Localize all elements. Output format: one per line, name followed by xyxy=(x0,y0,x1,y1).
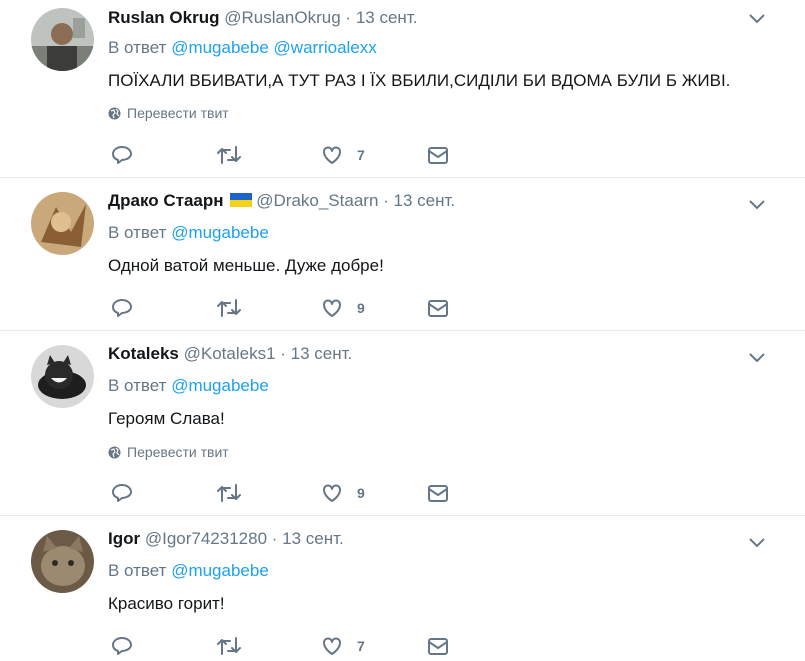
username[interactable]: @Kotaleks1 xyxy=(184,344,276,363)
like-button[interactable] xyxy=(320,143,344,167)
retweet-icon xyxy=(217,146,241,164)
username[interactable]: @Drako_Staarn xyxy=(256,191,378,210)
reply-mention-link[interactable]: @warrioalexx xyxy=(274,38,377,57)
chevron-down-icon[interactable] xyxy=(749,353,765,363)
envelope-icon xyxy=(428,147,448,164)
display-name[interactable]: Драко Стаарн xyxy=(108,191,224,210)
heart-icon xyxy=(323,637,341,655)
username[interactable]: @RuslanOkrug xyxy=(224,8,340,27)
display-name[interactable]: Igor xyxy=(108,529,140,548)
envelope-icon xyxy=(428,485,448,502)
retweet-icon xyxy=(217,484,241,502)
translate-label: Перевести твит xyxy=(127,444,229,460)
tweet-header: Kotaleks @Kotaleks1 · 13 сент. xyxy=(108,343,352,365)
chevron-down-icon[interactable] xyxy=(749,200,765,210)
reply-icon xyxy=(112,484,132,502)
heart-icon xyxy=(323,299,341,317)
timestamp[interactable]: 13 сент. xyxy=(356,8,418,27)
reply-prefix: В ответ xyxy=(108,38,167,57)
tweet[interactable]: Ruslan Okrug @RuslanOkrug · 13 сент. В о… xyxy=(0,0,805,178)
reply-icon xyxy=(112,299,132,317)
chevron-down-icon[interactable] xyxy=(749,538,765,548)
envelope-icon xyxy=(428,638,448,655)
reply-context: В ответ @mugabebe xyxy=(108,560,269,582)
globe-icon xyxy=(108,446,121,459)
display-name[interactable]: Kotaleks xyxy=(108,344,179,363)
reply-prefix: В ответ xyxy=(108,561,167,580)
tweet-text: Красиво горит! xyxy=(108,594,225,613)
separator-dot: · xyxy=(383,191,389,210)
reply-button[interactable] xyxy=(110,143,134,167)
avatar[interactable] xyxy=(31,192,94,255)
reply-icon xyxy=(112,637,132,655)
tweet[interactable]: Kotaleks @Kotaleks1 · 13 сент. В ответ @… xyxy=(0,331,805,516)
tweet[interactable]: Драко Стаарн @Drako_Staarn · 13 сент. В … xyxy=(0,178,805,331)
translate-tweet-link[interactable]: Перевести твит xyxy=(108,104,229,122)
reply-mention-link[interactable]: @mugabebe xyxy=(171,376,269,395)
retweet-icon xyxy=(217,637,241,655)
timestamp[interactable]: 13 сент. xyxy=(394,191,456,210)
reply-button[interactable] xyxy=(110,481,134,505)
envelope-icon xyxy=(428,300,448,317)
retweet-button[interactable] xyxy=(216,634,242,658)
reply-prefix: В ответ xyxy=(108,376,167,395)
translate-tweet-link[interactable]: Перевести твит xyxy=(108,443,229,461)
reply-prefix: В ответ xyxy=(108,223,167,242)
like-count[interactable]: 7 xyxy=(357,638,365,654)
reply-mention-link[interactable]: @mugabebe xyxy=(171,223,269,242)
avatar[interactable] xyxy=(31,345,94,408)
reply-button[interactable] xyxy=(110,296,134,320)
like-button[interactable] xyxy=(320,296,344,320)
reply-mention-link[interactable]: @mugabebe xyxy=(171,561,269,580)
like-button[interactable] xyxy=(320,481,344,505)
like-count[interactable]: 9 xyxy=(357,485,365,501)
reply-context: В ответ @mugabebe xyxy=(108,375,269,397)
retweet-button[interactable] xyxy=(216,143,242,167)
retweet-button[interactable] xyxy=(216,481,242,505)
reply-mention-link[interactable]: @mugabebe xyxy=(171,38,269,57)
like-button[interactable] xyxy=(320,634,344,658)
reply-icon xyxy=(112,146,132,164)
separator-dot: · xyxy=(345,8,352,27)
direct-message-button[interactable] xyxy=(426,296,450,320)
timestamp[interactable]: 13 сент. xyxy=(282,529,344,548)
reply-context: В ответ @mugabebe xyxy=(108,222,269,244)
heart-icon xyxy=(323,484,341,502)
reply-context: В ответ @mugabebe @warrioalexx xyxy=(108,37,377,59)
direct-message-button[interactable] xyxy=(426,634,450,658)
tweet-header: Igor @Igor74231280 · 13 сент. xyxy=(108,528,344,550)
timestamp[interactable]: 13 сент. xyxy=(291,344,353,363)
direct-message-button[interactable] xyxy=(426,143,450,167)
ukraine-flag-icon xyxy=(229,193,252,207)
tweet-text: ПОЇХАЛИ ВБИВАТИ,А ТУТ РАЗ І ЇХ ВБИЛИ,СИД… xyxy=(108,71,731,90)
reply-button[interactable] xyxy=(110,634,134,658)
tweet-text: Героям Слава! xyxy=(108,409,225,428)
retweet-icon xyxy=(217,299,241,317)
like-count[interactable]: 9 xyxy=(357,300,365,316)
retweet-button[interactable] xyxy=(216,296,242,320)
tweet-header: Драко Стаарн @Drako_Staarn · 13 сент. xyxy=(108,190,455,212)
like-count[interactable]: 7 xyxy=(357,147,365,163)
separator-dot: · xyxy=(280,344,286,363)
separator-dot: · xyxy=(271,529,278,548)
tweet[interactable]: Igor @Igor74231280 · 13 сент. В ответ @m… xyxy=(0,516,805,661)
tweet-header: Ruslan Okrug @RuslanOkrug · 13 сент. xyxy=(108,7,417,29)
display-name[interactable]: Ruslan Okrug xyxy=(108,8,219,27)
translate-label: Перевести твит xyxy=(127,105,229,121)
avatar[interactable] xyxy=(31,8,94,71)
heart-icon xyxy=(323,146,341,164)
tweet-text: Одной ватой меньше. Дуже добре! xyxy=(108,256,384,275)
direct-message-button[interactable] xyxy=(426,481,450,505)
username[interactable]: @Igor74231280 xyxy=(145,529,267,548)
globe-icon xyxy=(108,107,121,120)
avatar[interactable] xyxy=(31,530,94,593)
chevron-down-icon[interactable] xyxy=(749,14,765,24)
